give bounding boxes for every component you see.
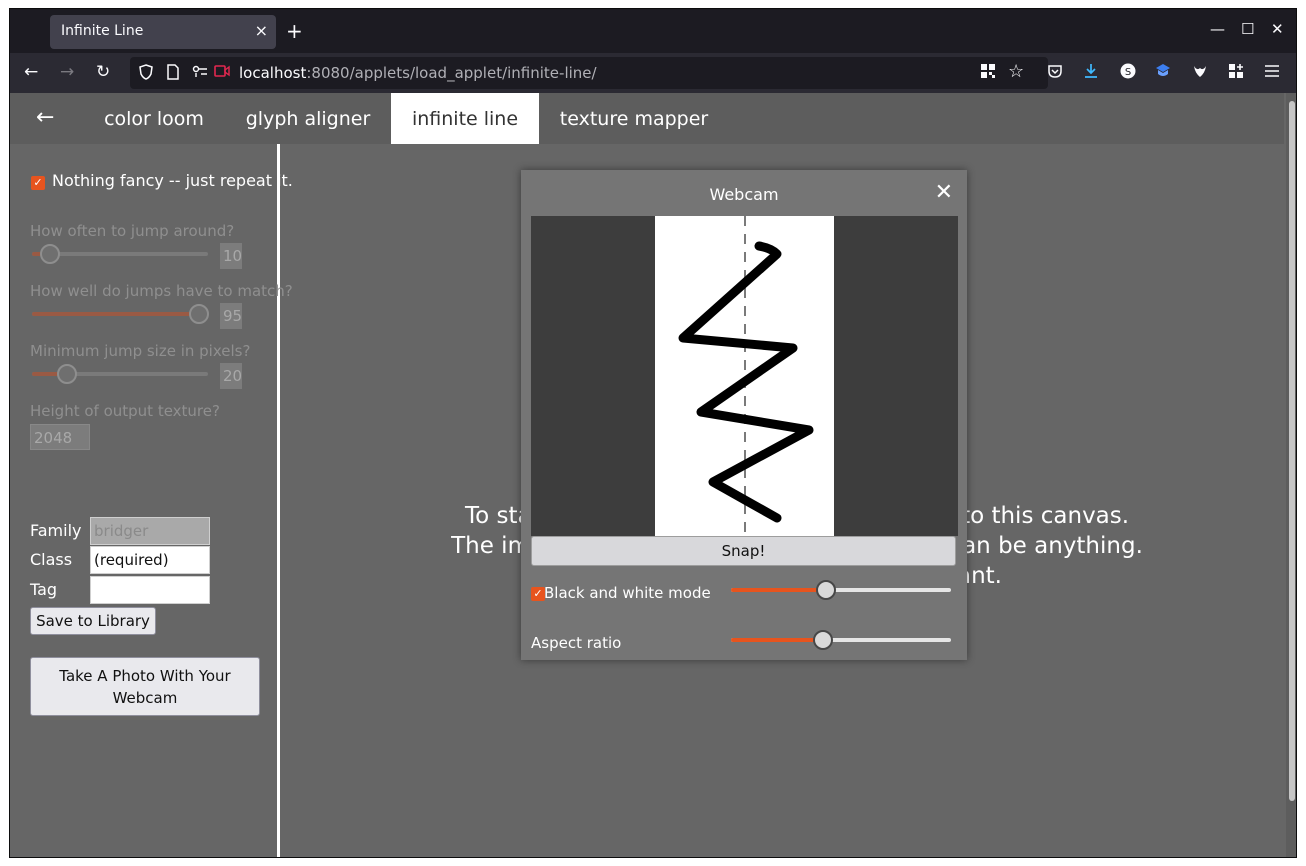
download-icon[interactable]: [1083, 63, 1099, 83]
back-icon[interactable]: ←: [24, 62, 38, 82]
webcam-dialog: Webcam ✕ Snap! ✓ Black and white mode As…: [521, 170, 967, 660]
min-jump-label: Minimum jump size in pixels?: [30, 342, 251, 360]
min-jump-value[interactable]: 20: [220, 363, 242, 389]
camera-sharing-icon[interactable]: [214, 64, 230, 82]
webcam-dialog-title: Webcam: [709, 185, 779, 204]
tab-glyph-aligner[interactable]: glyph aligner: [236, 93, 380, 144]
jump-match-slider-handle[interactable]: [189, 304, 209, 324]
tag-label: Tag: [30, 580, 58, 599]
aspect-ratio-label: Aspect ratio: [531, 634, 622, 652]
tab-bar: Infinite Line × + — ☐ ✕: [10, 9, 1296, 53]
extension-gnu-icon[interactable]: [1192, 63, 1208, 83]
family-label: Family: [30, 521, 82, 540]
settings-sidebar: ✓ Nothing fancy -- just repeat it. How o…: [10, 144, 293, 857]
app-tab-bar: ← color loom glyph aligner infinite line…: [10, 93, 1284, 144]
new-tab-icon[interactable]: +: [286, 19, 303, 43]
window-close-icon[interactable]: ✕: [1271, 20, 1284, 38]
black-white-label: Black and white mode: [544, 584, 711, 602]
extension-s-icon[interactable]: S: [1120, 63, 1136, 83]
qr-code-icon[interactable]: [980, 63, 996, 83]
jump-often-label: How often to jump around?: [30, 222, 235, 240]
repeat-checkbox[interactable]: ✓: [31, 176, 45, 190]
family-input[interactable]: bridger: [90, 517, 210, 545]
black-white-slider-fill: [731, 588, 826, 592]
url-host: localhost: [239, 64, 307, 82]
webcam-capture-area: [655, 216, 834, 536]
browser-tab-title: Infinite Line: [61, 23, 144, 39]
browser-window: Infinite Line × + — ☐ ✕ ← → ↻ localhost:…: [9, 8, 1297, 858]
save-to-library-button[interactable]: Save to Library: [30, 607, 156, 635]
extension-shield-icon[interactable]: [1155, 63, 1171, 83]
url-path: :8080/applets/load_applet/infinite-line/: [306, 64, 597, 82]
shield-icon[interactable]: [139, 64, 153, 84]
scrollbar-thumb[interactable]: [1289, 101, 1295, 801]
url-bar[interactable]: localhost:8080/applets/load_applet/infin…: [130, 57, 1048, 89]
tab-color-loom[interactable]: color loom: [92, 93, 216, 144]
repeat-checkbox-label: Nothing fancy -- just repeat it.: [52, 171, 293, 190]
tab-infinite-line[interactable]: infinite line: [391, 93, 539, 144]
height-input[interactable]: 2048: [30, 424, 90, 450]
reload-icon[interactable]: ↻: [96, 62, 110, 82]
tag-input[interactable]: [90, 576, 210, 604]
height-label: Height of output texture?: [30, 402, 220, 420]
permissions-icon[interactable]: [192, 64, 208, 82]
page-scrollbar[interactable]: [1286, 93, 1296, 857]
aspect-ratio-slider-handle[interactable]: [813, 630, 833, 650]
jump-match-value[interactable]: 95: [220, 303, 242, 329]
menu-icon[interactable]: [1264, 63, 1280, 82]
pocket-icon[interactable]: [1047, 63, 1063, 83]
page-icon: [167, 64, 179, 84]
forward-icon[interactable]: →: [60, 62, 74, 82]
app-back-icon[interactable]: ←: [36, 105, 54, 130]
close-icon[interactable]: ✕: [935, 180, 953, 205]
jump-match-slider-fill: [32, 312, 199, 316]
class-label: Class: [30, 550, 73, 569]
maximize-icon[interactable]: ☐: [1241, 20, 1254, 38]
take-webcam-photo-button[interactable]: Take A Photo With Your Webcam: [30, 657, 260, 716]
webcam-preview: [531, 216, 958, 536]
min-jump-slider-handle[interactable]: [57, 364, 77, 384]
black-white-checkbox[interactable]: ✓: [531, 587, 545, 601]
tab-close-icon[interactable]: ×: [255, 21, 268, 40]
class-input[interactable]: (required): [90, 546, 210, 574]
snap-button[interactable]: Snap!: [531, 536, 956, 566]
aspect-ratio-slider-fill: [731, 638, 823, 642]
minimize-icon[interactable]: —: [1210, 20, 1225, 38]
browser-tab[interactable]: Infinite Line ×: [50, 15, 276, 49]
navigation-bar: ← → ↻ localhost:8080/applets/load_applet…: [10, 53, 1296, 93]
bookmark-star-icon[interactable]: ☆: [1008, 61, 1024, 82]
tab-texture-mapper[interactable]: texture mapper: [550, 93, 718, 144]
svg-text:S: S: [1125, 67, 1131, 78]
captured-line-image: [678, 216, 814, 536]
black-white-slider-handle[interactable]: [816, 580, 836, 600]
jump-match-label: How well do jumps have to match?: [30, 282, 293, 300]
extensions-icon[interactable]: [1228, 63, 1244, 83]
jump-often-slider-handle[interactable]: [40, 244, 60, 264]
jump-often-value[interactable]: 10: [220, 243, 242, 269]
url-text[interactable]: localhost:8080/applets/load_applet/infin…: [239, 64, 597, 82]
